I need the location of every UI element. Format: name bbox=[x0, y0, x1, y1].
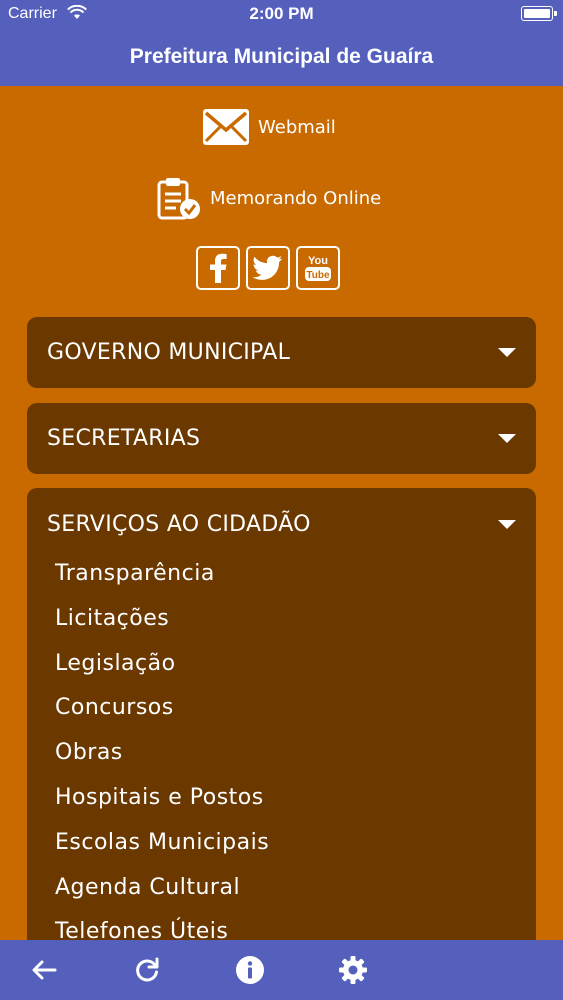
youtube-tube-text: Tube bbox=[306, 270, 330, 281]
chevron-down-icon bbox=[498, 519, 516, 529]
menu-item-hospitais[interactable]: Hospitais e Postos bbox=[55, 776, 536, 821]
twitter-icon bbox=[253, 255, 282, 280]
memorando-link[interactable]: Memorando Online bbox=[156, 176, 381, 220]
accordion-title: GOVERNO MUNICIPAL bbox=[47, 340, 291, 365]
info-button[interactable] bbox=[234, 954, 266, 986]
webmail-label: Webmail bbox=[258, 116, 336, 138]
accordion-header[interactable]: SERVIÇOS AO CIDADÃO bbox=[27, 488, 536, 560]
accordion-servicos-ao-cidadao[interactable]: SERVIÇOS AO CIDADÃO Transparência Licita… bbox=[27, 488, 536, 948]
youtube-button[interactable]: You Tube bbox=[296, 246, 340, 290]
menu-item-licitacoes[interactable]: Licitações bbox=[55, 597, 536, 642]
arrow-left-icon bbox=[32, 960, 57, 980]
info-icon bbox=[236, 956, 264, 984]
back-button[interactable] bbox=[28, 954, 60, 986]
youtube-icon: You Tube bbox=[305, 255, 331, 281]
services-submenu: Transparência Licitações Legislação Conc… bbox=[27, 552, 536, 955]
facebook-icon bbox=[210, 253, 227, 283]
menu-item-obras[interactable]: Obras bbox=[55, 731, 536, 776]
twitter-button[interactable] bbox=[246, 246, 290, 290]
settings-button[interactable] bbox=[337, 954, 369, 986]
gear-icon bbox=[339, 956, 367, 984]
accordion-header[interactable]: SECRETARIAS bbox=[27, 403, 536, 474]
chevron-down-icon bbox=[498, 434, 516, 443]
menu-item-agenda-cultural[interactable]: Agenda Cultural bbox=[55, 866, 536, 911]
youtube-you-text: You bbox=[308, 255, 328, 267]
bottom-toolbar bbox=[0, 940, 563, 1000]
accordion-title: SERVIÇOS AO CIDADÃO bbox=[47, 511, 311, 537]
webmail-link[interactable]: Webmail bbox=[202, 108, 336, 146]
accordion-title: SECRETARIAS bbox=[47, 426, 201, 451]
accordion-governo-municipal[interactable]: GOVERNO MUNICIPAL bbox=[27, 317, 536, 388]
menu-item-legislacao[interactable]: Legislação bbox=[55, 642, 536, 687]
nav-title: Prefeitura Municipal de Guaíra bbox=[0, 28, 563, 86]
chevron-down-icon bbox=[498, 348, 516, 357]
battery-icon bbox=[521, 6, 557, 21]
accordion-secretarias[interactable]: SECRETARIAS bbox=[27, 403, 536, 474]
clock: 2:00 PM bbox=[249, 4, 314, 23]
refresh-button[interactable] bbox=[131, 954, 163, 986]
clipboard-check-icon bbox=[157, 178, 200, 220]
memorando-label: Memorando Online bbox=[210, 187, 382, 209]
social-links: You Tube bbox=[196, 246, 340, 290]
menu-item-escolas[interactable]: Escolas Municipais bbox=[55, 821, 536, 866]
refresh-icon bbox=[136, 957, 159, 982]
status-bar: Carrier 2:00 PM bbox=[0, 0, 563, 28]
menu-item-concursos[interactable]: Concursos bbox=[55, 686, 536, 731]
facebook-button[interactable] bbox=[196, 246, 240, 290]
menu-item-transparencia[interactable]: Transparência bbox=[55, 552, 536, 597]
accordion-header[interactable]: GOVERNO MUNICIPAL bbox=[27, 317, 536, 388]
envelope-icon bbox=[203, 109, 249, 145]
